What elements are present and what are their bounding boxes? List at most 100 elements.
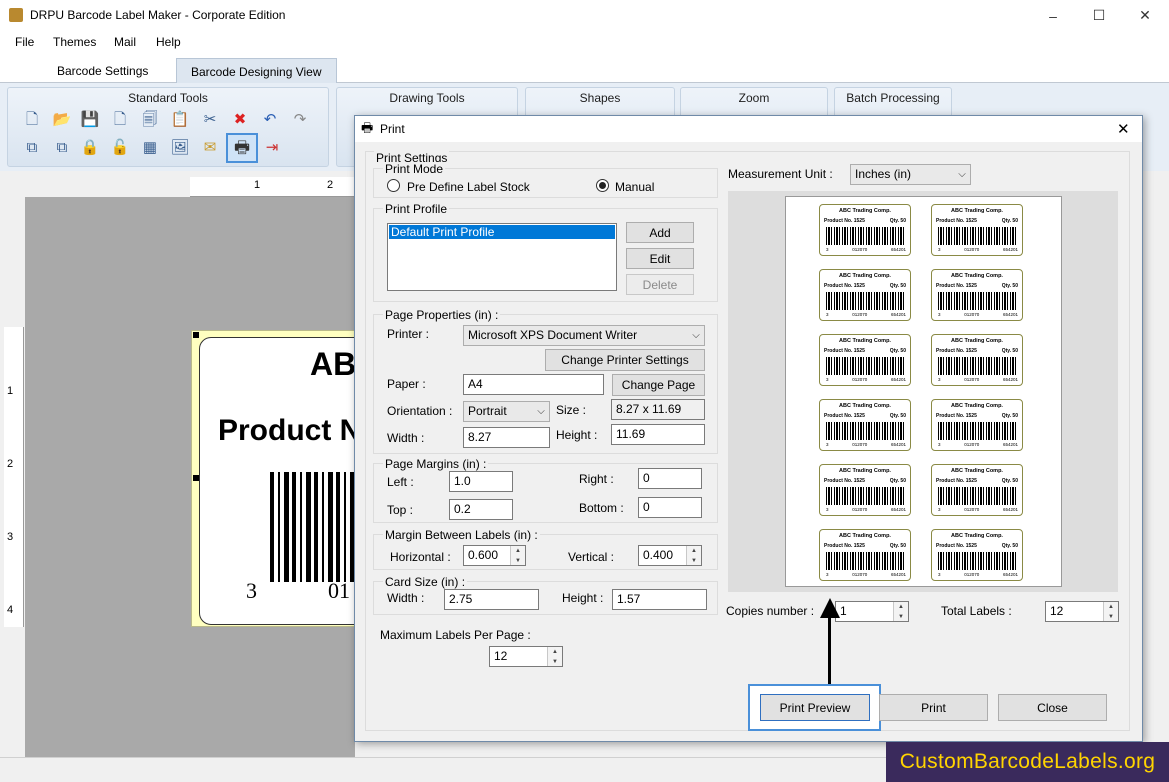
horizontal-spinner[interactable]: 0.600 ▲ ▼ bbox=[463, 545, 526, 566]
left-margin-field[interactable]: 1.0 bbox=[449, 471, 513, 492]
radio-manual[interactable] bbox=[596, 179, 609, 192]
max-labels-label: Maximum Labels Per Page : bbox=[380, 628, 531, 642]
mini-digit-3: 654201 bbox=[1002, 377, 1018, 382]
print-button[interactable]: Print bbox=[879, 694, 988, 721]
mini-barcode bbox=[826, 487, 906, 505]
mini-qty: Qty. 50 bbox=[889, 348, 906, 354]
spin-buttons[interactable]: ▲ ▼ bbox=[1103, 602, 1118, 621]
cut-icon[interactable]: ✂ bbox=[200, 110, 220, 130]
copies-label: Copies number : bbox=[726, 604, 815, 618]
email-icon[interactable]: ✉ bbox=[200, 138, 220, 158]
print-icon[interactable]: 🖶 bbox=[226, 133, 258, 163]
width-field[interactable]: 8.27 bbox=[463, 427, 550, 448]
chevron-down-icon: ⌵ bbox=[958, 169, 966, 180]
total-labels-spinner[interactable]: 12 ▲ ▼ bbox=[1045, 601, 1119, 622]
size-field: 8.27 x 11.69 bbox=[611, 399, 705, 420]
close-window-button[interactable]: ✕ bbox=[1122, 0, 1168, 31]
close-button[interactable]: Close bbox=[998, 694, 1107, 721]
margin-between-group: Margin Between Labels (in) : Horizontal … bbox=[373, 528, 718, 570]
spin-buttons[interactable]: ▲ ▼ bbox=[686, 546, 701, 565]
app-window: DRPU Barcode Label Maker - Corporate Edi… bbox=[0, 0, 1169, 782]
card-width-field[interactable]: 2.75 bbox=[444, 589, 539, 610]
menu-mail[interactable]: Mail bbox=[114, 35, 136, 49]
dialog-close-icon[interactable]: ✕ bbox=[1117, 120, 1130, 138]
bring-front-icon[interactable]: ⧉ bbox=[52, 138, 72, 158]
right-margin-field[interactable]: 0 bbox=[638, 468, 702, 489]
print-mode-title: Print Mode bbox=[383, 162, 446, 176]
mini-barcode bbox=[826, 227, 906, 245]
export-icon[interactable]: ⇥ bbox=[262, 138, 282, 158]
measurement-unit-select[interactable]: Inches (in) ⌵ bbox=[850, 164, 971, 185]
redo-icon[interactable]: ↷ bbox=[290, 110, 310, 130]
size-label: Size : bbox=[556, 403, 587, 417]
card-width-label: Width : bbox=[387, 591, 425, 605]
preview-mini-label: ABC Trading Comp. Product No. 1525 Qty. 50… bbox=[931, 269, 1023, 321]
undo-icon[interactable]: ↶ bbox=[260, 110, 280, 130]
menu-themes[interactable]: Themes bbox=[53, 35, 96, 49]
radio-predefine-label[interactable]: Pre Define Label Stock bbox=[407, 180, 530, 194]
change-page-button[interactable]: Change Page bbox=[612, 374, 705, 396]
copy-icon[interactable]: 🗐 bbox=[140, 110, 160, 130]
image-icon[interactable]: 🖼 bbox=[170, 138, 190, 158]
save-icon[interactable]: 💾 bbox=[80, 110, 100, 130]
mini-digit-1: 3 bbox=[826, 442, 829, 447]
preview-mini-label: ABC Trading Comp. Product No. 1525 Qty. 50… bbox=[819, 334, 911, 386]
unlock-icon[interactable]: 🔓 bbox=[110, 138, 130, 158]
edit-profile-button[interactable]: Edit bbox=[626, 248, 694, 269]
printer-label: Printer : bbox=[387, 327, 430, 341]
radio-predefine[interactable] bbox=[387, 179, 400, 192]
lock-icon[interactable]: 🔒 bbox=[80, 138, 100, 158]
print-preview-button[interactable]: Print Preview bbox=[760, 694, 870, 721]
orientation-select[interactable]: Portrait ⌵ bbox=[463, 401, 550, 422]
menu-help[interactable]: Help bbox=[156, 35, 181, 49]
delete-icon[interactable]: ✖ bbox=[230, 110, 250, 130]
horizontal-value: 0.600 bbox=[468, 548, 499, 562]
grid-icon[interactable]: ▦ bbox=[140, 138, 160, 158]
preview-mini-label: ABC Trading Comp. Product No. 1525 Qty. 50… bbox=[819, 269, 911, 321]
copies-spinner[interactable]: 1 ▲ ▼ bbox=[835, 601, 909, 622]
profile-list[interactable]: Default Print Profile bbox=[387, 223, 617, 291]
group-title: Shapes bbox=[579, 91, 621, 105]
top-margin-field[interactable]: 0.2 bbox=[449, 499, 513, 520]
spin-buttons[interactable]: ▲ ▼ bbox=[547, 647, 562, 666]
change-printer-settings-button[interactable]: Change Printer Settings bbox=[545, 349, 705, 371]
height-field[interactable]: 11.69 bbox=[611, 424, 705, 445]
max-labels-spinner[interactable]: 12 ▲ ▼ bbox=[489, 646, 563, 667]
tab-barcode-settings[interactable]: Barcode Settings bbox=[43, 58, 162, 83]
vertical-spinner[interactable]: 0.400 ▲ ▼ bbox=[638, 545, 702, 566]
delete-profile-button[interactable]: Delete bbox=[626, 274, 694, 295]
mini-company: ABC Trading Comp. bbox=[839, 468, 891, 474]
save-as-icon[interactable]: 🗋 bbox=[110, 110, 130, 130]
radio-manual-label[interactable]: Manual bbox=[615, 180, 654, 194]
spin-buttons[interactable]: ▲ ▼ bbox=[893, 602, 908, 621]
mini-digits: 3 012070 654201 bbox=[826, 377, 906, 382]
mini-digit-1: 3 bbox=[826, 507, 829, 512]
mini-digit-3: 654201 bbox=[890, 377, 906, 382]
menu-file[interactable]: File bbox=[15, 35, 34, 49]
mini-product: Product No. 1525 bbox=[824, 218, 865, 224]
tab-barcode-designing-view[interactable]: Barcode Designing View bbox=[176, 58, 337, 83]
mini-digit-2: 012070 bbox=[964, 312, 980, 317]
label-design[interactable]: AB Product N 3 01 bbox=[191, 330, 369, 627]
printer-select[interactable]: Microsoft XPS Document Writer ⌵ bbox=[463, 325, 705, 346]
mini-product: Product No. 1525 bbox=[936, 348, 977, 354]
paper-label: Paper : bbox=[387, 377, 426, 391]
paste-icon[interactable]: 📋 bbox=[170, 110, 190, 130]
left-margin-label: Left : bbox=[387, 475, 414, 489]
profile-list-item[interactable]: Default Print Profile bbox=[389, 225, 615, 239]
open-icon[interactable]: 📂 bbox=[52, 110, 72, 130]
mini-barcode bbox=[938, 422, 1018, 440]
new-icon[interactable]: 🗋 bbox=[22, 110, 42, 130]
resize-handle[interactable] bbox=[193, 332, 199, 338]
mini-digits: 3 012070 654201 bbox=[938, 572, 1018, 577]
mini-digits: 3 012070 654201 bbox=[938, 377, 1018, 382]
bottom-margin-field[interactable]: 0 bbox=[638, 497, 702, 518]
send-back-icon[interactable]: ⧉ bbox=[22, 138, 42, 158]
add-profile-button[interactable]: Add bbox=[626, 222, 694, 243]
minimize-button[interactable]: – bbox=[1030, 0, 1076, 31]
card-height-field[interactable]: 1.57 bbox=[612, 589, 707, 610]
paper-field[interactable]: A4 bbox=[463, 374, 604, 395]
tab-strip: Barcode Settings Barcode Designing View bbox=[0, 55, 1169, 83]
spin-buttons[interactable]: ▲ ▼ bbox=[510, 546, 525, 565]
maximize-button[interactable]: ☐ bbox=[1076, 0, 1122, 31]
